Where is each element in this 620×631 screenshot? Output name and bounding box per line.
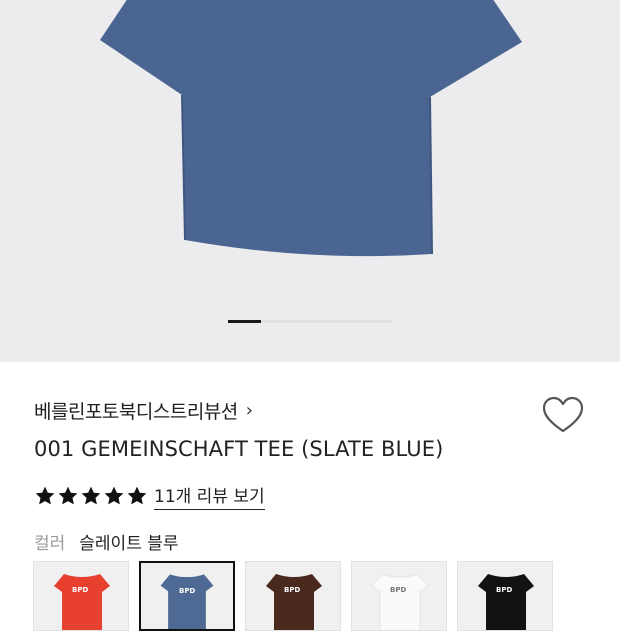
star-icon (35, 486, 55, 505)
product-image (100, 0, 522, 257)
color-swatch-red[interactable]: BPD (33, 561, 129, 631)
color-swatch-list: BPD BPD BPD BPD BPD (33, 561, 553, 631)
brand-link[interactable]: 베를린포토북디스트리뷰션 › (34, 397, 253, 424)
star-rating (34, 485, 148, 507)
tee-logo: BPD (284, 586, 301, 594)
product-image-carousel[interactable] (0, 0, 620, 362)
color-option-label: 컬러 (34, 534, 66, 554)
brand-name: 베를린포토북디스트리뷰션 (34, 401, 238, 423)
color-swatch-white[interactable]: BPD (351, 561, 447, 631)
chevron-right-icon: › (245, 400, 253, 421)
carousel-indicator (228, 320, 392, 323)
color-swatch-slate-blue[interactable]: BPD (139, 561, 235, 631)
heart-icon[interactable] (542, 396, 584, 436)
color-swatch-brown[interactable]: BPD (245, 561, 341, 631)
tee-thumbnail (54, 574, 110, 630)
tee-thumbnail (160, 574, 214, 629)
color-swatch-black[interactable]: BPD (457, 561, 553, 631)
carousel-indicator-active (228, 320, 261, 323)
tee-thumbnail (266, 574, 322, 630)
product-title: 001 GEMEINSCHAFT TEE (SLATE BLUE) (34, 437, 444, 461)
tee-logo: BPD (179, 587, 196, 595)
star-icon (58, 486, 78, 505)
color-option-row: 컬러 슬레이트 블루 (34, 529, 179, 554)
tee-logo: BPD (72, 586, 89, 594)
star-icon (81, 486, 101, 505)
star-icon (127, 486, 147, 505)
star-icon (104, 486, 124, 505)
tee-thumbnail (371, 573, 429, 630)
reviews-link[interactable]: 11개 리뷰 보기 (154, 482, 265, 510)
tee-logo: BPD (496, 586, 513, 594)
tee-thumbnail (478, 574, 534, 630)
color-option-value: 슬레이트 블루 (79, 534, 179, 554)
tee-logo: BPD (390, 586, 407, 594)
rating-row: 11개 리뷰 보기 (34, 482, 265, 510)
